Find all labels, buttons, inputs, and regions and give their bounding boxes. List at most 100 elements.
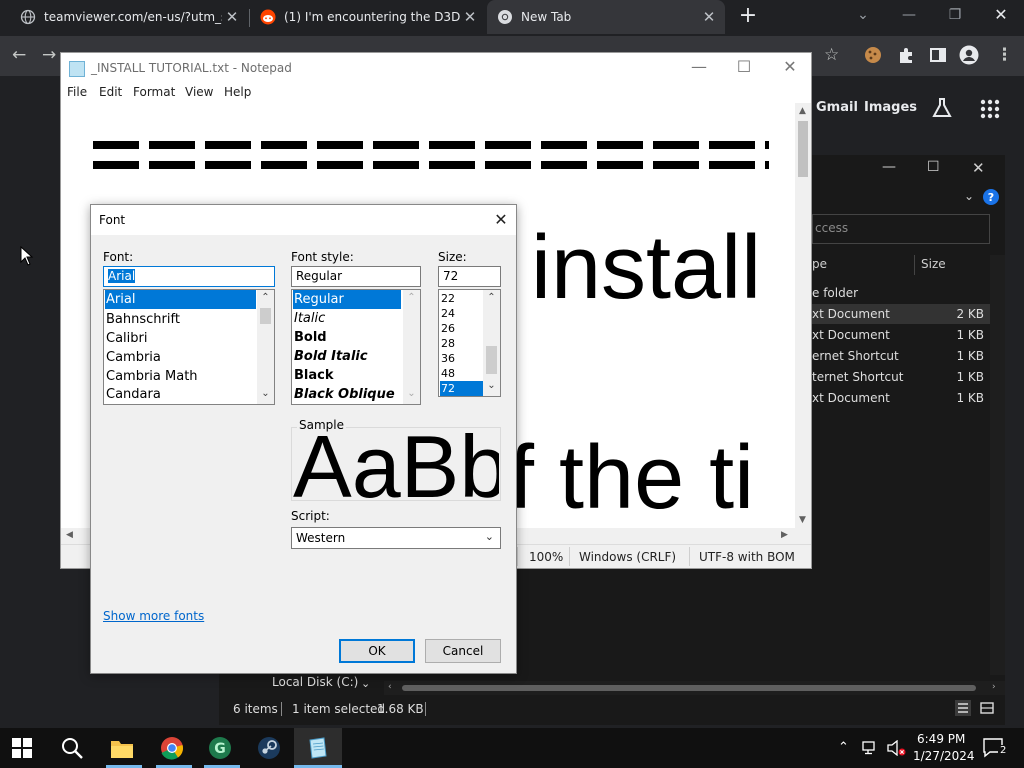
tab-search-chevron-icon[interactable]: ⌄ [848,4,878,26]
scroll-right-icon[interactable]: › [992,682,996,692]
scroll-left-icon[interactable]: ◀ [66,530,73,540]
scroll-up-icon[interactable]: ⌃ [257,292,274,303]
notepad-vertical-scrollbar[interactable]: ▲ ▼ [795,103,811,528]
maximize-icon[interactable]: ☐ [729,57,759,76]
file-row[interactable]: ternet Shortcut 1 KB [812,367,990,387]
chrome-menu-icon[interactable]: ⋮ [996,45,1013,65]
explorer-vertical-scrollbar[interactable] [990,255,1005,675]
font-size-input[interactable]: 72 [438,266,501,287]
size-option[interactable]: 48 [440,366,455,381]
scroll-down-icon[interactable]: ▼ [799,515,806,525]
font-name-input[interactable]: Arial [103,266,275,287]
clock-time[interactable]: 6:49 PM [917,732,965,746]
file-explorer-taskbar-icon[interactable] [110,737,134,759]
help-icon[interactable]: ? [983,189,999,205]
size-list-scrollbar[interactable]: ⌃ ⌄ [483,290,500,396]
font-option[interactable]: Candara [105,385,161,404]
font-style-list[interactable]: Regular Italic Bold Bold Italic Black Bl… [291,289,421,405]
minimize-icon[interactable]: — [882,159,896,175]
close-tab-icon[interactable]: ✕ [699,8,719,26]
explorer-search-input[interactable]: ccess [812,214,990,244]
font-list-scrollbar[interactable]: ⌃ ⌄ [257,290,274,404]
gmail-link[interactable]: Gmail [816,100,858,115]
apps-grid-icon[interactable] [980,99,1000,119]
size-option[interactable]: 26 [440,321,455,336]
size-option[interactable]: 36 [440,351,455,366]
scroll-thumb[interactable] [260,308,271,324]
scroll-thumb[interactable] [402,685,976,691]
font-option[interactable]: Cambria Math [105,367,198,386]
clock-date[interactable]: 1/27/2024 [913,749,975,763]
script-select[interactable]: Western ⌄ [291,527,501,549]
style-option-regular[interactable]: Regular [293,290,401,309]
file-row[interactable]: xt Document 1 KB [812,388,990,408]
font-list[interactable]: Arial Bahnschrift Calibri Cambria Cambri… [103,289,275,405]
scroll-thumb[interactable] [798,121,808,177]
style-option[interactable]: Black [293,366,334,385]
steam-taskbar-icon[interactable] [257,736,281,760]
gamesense-taskbar-icon[interactable]: G [208,736,232,760]
scroll-right-icon[interactable]: ▶ [781,530,788,540]
size-option[interactable]: 28 [440,336,455,351]
profile-avatar-icon[interactable] [959,45,979,65]
scroll-up-icon[interactable]: ⌃ [403,292,420,303]
ok-button[interactable]: OK [339,639,415,663]
details-view-icon[interactable] [955,700,971,716]
explorer-horizontal-scrollbar[interactable]: ‹ › [384,681,1005,695]
minimize-icon[interactable]: — [684,57,714,76]
forward-arrow-icon[interactable]: → [42,45,56,65]
style-option[interactable]: Bold Italic [293,347,368,366]
style-option[interactable]: Bold [293,328,327,347]
size-option[interactable]: 24 [440,306,455,321]
maximize-icon[interactable]: ☐ [927,159,940,175]
scroll-up-icon[interactable]: ▲ [799,106,806,116]
menu-file[interactable]: File [67,85,87,99]
scroll-left-icon[interactable]: ‹ [388,682,392,692]
ribbon-expand-chevron-icon[interactable]: ⌄ [964,189,974,203]
show-more-fonts-link[interactable]: Show more fonts [103,609,204,623]
menu-edit[interactable]: Edit [99,85,122,99]
close-window-icon[interactable]: ✕ [972,159,985,177]
cancel-button[interactable]: Cancel [425,639,501,663]
close-window-icon[interactable]: ✕ [775,57,805,76]
size-option-72[interactable]: 72 [440,381,483,396]
style-list-scrollbar[interactable]: ⌃ ⌄ [403,290,420,404]
chrome-tab-reddit[interactable]: (1) I'm encountering the D3D er ✕ [250,0,486,34]
images-link[interactable]: Images [864,100,917,115]
file-row[interactable]: xt Document 1 KB [812,325,990,345]
back-arrow-icon[interactable]: ← [12,45,26,65]
close-icon[interactable]: ✕ [489,210,513,229]
chrome-taskbar-icon[interactable] [160,736,184,760]
minimize-icon[interactable]: — [894,4,924,26]
nav-item-local-disk[interactable]: Local Disk (C:) ⌄ [219,675,384,695]
side-panel-icon[interactable] [929,46,947,64]
bookmark-star-icon[interactable]: ☆ [824,45,839,65]
font-style-input[interactable]: Regular [291,266,421,287]
notepad-title-bar[interactable]: _INSTALL TUTORIAL.txt - Notepad — ☐ ✕ [61,53,811,83]
large-icons-view-icon[interactable] [979,700,995,716]
file-row[interactable]: e folder [812,283,990,303]
scroll-down-icon[interactable]: ⌄ [403,388,420,399]
column-header-type[interactable]: pe [812,257,827,271]
scroll-up-icon[interactable]: ⌃ [483,292,500,303]
cookie-extension-icon[interactable] [864,46,882,64]
scroll-thumb[interactable] [486,346,497,374]
menu-format[interactable]: Format [133,85,175,99]
new-tab-button[interactable]: + [737,5,759,29]
windows-start-icon[interactable] [12,738,32,758]
menu-view[interactable]: View [185,85,213,99]
chrome-tab-teamviewer[interactable]: teamviewer.com/en-us/?utm_so ✕ [10,0,248,34]
font-option[interactable]: Calibri [105,329,147,348]
font-size-list[interactable]: 22 24 26 28 36 48 72 ⌃ ⌄ [438,289,501,397]
menu-help[interactable]: Help [224,85,251,99]
close-tab-icon[interactable]: ✕ [460,8,480,26]
style-option[interactable]: Italic [293,309,325,328]
font-option-arial[interactable]: Arial [105,290,256,309]
font-dialog-title-bar[interactable]: Font ✕ [91,205,516,235]
file-row[interactable]: ernet Shortcut 1 KB [812,346,990,366]
close-tab-icon[interactable]: ✕ [222,8,242,26]
nav-scroll-down-icon[interactable]: ⌄ [361,677,370,690]
extensions-puzzle-icon[interactable] [897,46,915,64]
file-row-selected[interactable]: xt Document 2 KB [812,304,990,324]
chrome-tab-new[interactable]: New Tab ✕ [487,0,725,34]
